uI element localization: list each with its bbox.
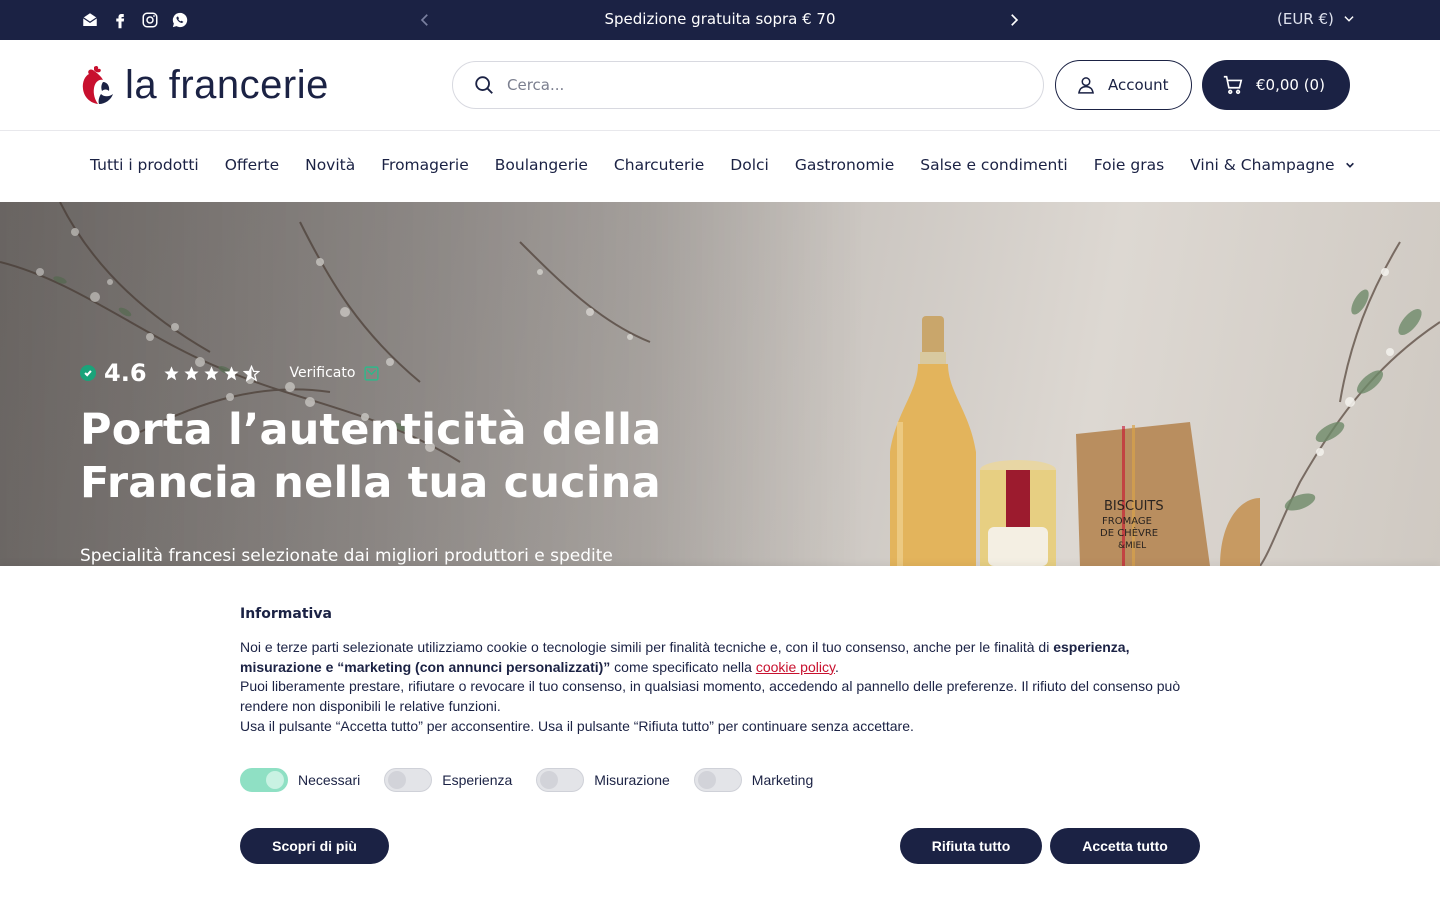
nav-item-tutti-i-prodotti[interactable]: Tutti i prodotti <box>90 156 199 174</box>
star-icon <box>203 365 219 380</box>
toggle-label: Marketing <box>751 772 814 788</box>
rating-stars <box>163 364 260 382</box>
logo-wordmark: la francerie <box>125 63 329 107</box>
nav-item-boulangerie[interactable]: Boulangerie <box>495 156 588 174</box>
product-box-label-3: DE CHÈVRE <box>1100 526 1158 539</box>
hero-title: Porta l’autenticità della Francia nella … <box>80 405 662 508</box>
learn-more-button[interactable]: Scopri di più <box>240 828 389 864</box>
toggle-switch[interactable] <box>384 768 433 792</box>
nav-item-charcuterie[interactable]: Charcuterie <box>614 156 704 174</box>
nav-item-dolci[interactable]: Dolci <box>730 156 769 174</box>
email-icon[interactable] <box>80 10 99 29</box>
toggle-switch[interactable] <box>240 768 288 792</box>
toggle-misurazione[interactable]: Misurazione <box>536 768 670 792</box>
product-box-label-2: FROMAGE <box>1102 516 1152 527</box>
currency-selector[interactable]: (EUR €) <box>1277 10 1356 28</box>
instagram-icon[interactable] <box>140 10 159 29</box>
cart-button[interactable]: €0,00 (0) <box>1202 60 1350 110</box>
cart-total: €0,00 (0) <box>1256 76 1325 94</box>
toggle-marketing[interactable]: Marketing <box>693 768 814 792</box>
cookie-policy-link[interactable]: cookie policy <box>756 659 835 675</box>
trust-rating: 4.6 Verificato <box>80 359 380 387</box>
toggle-esperienza[interactable]: Esperienza <box>384 768 512 792</box>
toggle-switch[interactable] <box>536 768 585 792</box>
promo-prev-arrow[interactable] <box>416 11 434 29</box>
search-input[interactable] <box>507 76 987 94</box>
nav-item-vini-label: Vini & Champagne <box>1190 156 1335 174</box>
star-icon <box>223 365 239 380</box>
half-star-icon <box>242 364 260 382</box>
verified-shield-icon <box>364 365 380 381</box>
nav-item-fromagerie[interactable]: Fromagerie <box>381 156 469 174</box>
toggle-label: Necessari <box>298 772 361 788</box>
chevron-left-icon <box>420 14 428 26</box>
rating-score: 4.6 <box>104 359 147 387</box>
nav-item-offerte[interactable]: Offerte <box>225 156 279 174</box>
chevron-right-icon <box>1011 14 1019 26</box>
user-icon <box>1078 77 1094 94</box>
cookie-text: Noi e terze parti selezionate utilizziam… <box>240 638 1200 737</box>
search-icon <box>475 76 493 94</box>
whatsapp-icon[interactable] <box>170 10 189 29</box>
nav-item-gastronomie[interactable]: Gastronomie <box>795 156 894 174</box>
star-icon <box>163 365 179 380</box>
toggle-switch[interactable] <box>693 768 742 792</box>
cookie-consent-banner: Informativa Noi e terze parti selezionat… <box>0 566 1440 900</box>
toggle-necessari[interactable]: Necessari <box>240 768 360 792</box>
chevron-down-icon <box>1345 162 1354 168</box>
nav-item-foie-gras[interactable]: Foie gras <box>1094 156 1164 174</box>
promo-message: Spedizione gratuita sopra € 70 <box>604 10 836 28</box>
cookie-title: Informativa <box>240 606 332 622</box>
toggle-label: Misurazione <box>594 772 670 788</box>
account-label: Account <box>1108 76 1169 94</box>
nav-item-vini-champagne[interactable]: Vini & Champagne <box>1190 156 1354 174</box>
account-button[interactable]: Account <box>1055 60 1192 110</box>
nav-item-salse-e-condimenti[interactable]: Salse e condimenti <box>920 156 1067 174</box>
social-links <box>80 10 189 29</box>
cookie-p1-end: . <box>834 658 839 675</box>
toggle-label: Esperienza <box>442 772 513 788</box>
hero-banner: BISCUITS FROMAGE DE CHÈVRE &MIEL 4.6 Ver… <box>0 202 1440 566</box>
chevron-down-icon <box>1344 16 1354 22</box>
promo-next-arrow[interactable] <box>1005 11 1023 29</box>
cookie-p1-text-2: come specificato nella <box>610 658 756 675</box>
cookie-p1-text: Noi e terze parti selezionate utilizziam… <box>240 639 1054 655</box>
consent-toggles: Necessari Esperienza Misurazione Marketi… <box>240 768 837 792</box>
reject-all-button[interactable]: Rifiuta tutto <box>900 828 1042 864</box>
main-navigation: Tutti i prodotti Offerte Novità Fromager… <box>0 131 1440 202</box>
hero-subtitle: Specialità francesi selezionate dai migl… <box>80 546 613 566</box>
cookie-paragraph-2: Puoi liberamente prestare, rifiutare o r… <box>240 678 1181 715</box>
star-icon <box>183 365 199 380</box>
cookie-paragraph-1: Noi e terze parti selezionate utilizziam… <box>240 638 1200 677</box>
cookie-paragraph-3: Usa il pulsante “Accetta tutto” per acco… <box>240 717 914 734</box>
search-bar[interactable] <box>452 61 1044 109</box>
rooster-logo-icon <box>82 65 113 104</box>
site-header: la francerie Account €0,00 (0) <box>0 40 1440 131</box>
product-box-label-4: &MIEL <box>1118 541 1146 551</box>
verified-label: Verificato <box>289 365 356 381</box>
product-box-label-1: BISCUITS <box>1104 499 1164 514</box>
nav-item-novita[interactable]: Novità <box>305 156 355 174</box>
site-logo[interactable]: la francerie <box>79 64 329 106</box>
announcement-bar: Spedizione gratuita sopra € 70 (EUR €) <box>0 0 1440 40</box>
verified-badge: Verificato <box>290 365 381 382</box>
cart-icon <box>1223 75 1243 95</box>
accept-all-button[interactable]: Accetta tutto <box>1050 828 1200 864</box>
currency-label: (EUR €) <box>1277 10 1334 28</box>
product-photo: BISCUITS FROMAGE DE CHÈVRE &MIEL <box>890 316 1260 566</box>
check-badge-icon <box>80 365 96 381</box>
facebook-icon[interactable] <box>110 10 129 29</box>
